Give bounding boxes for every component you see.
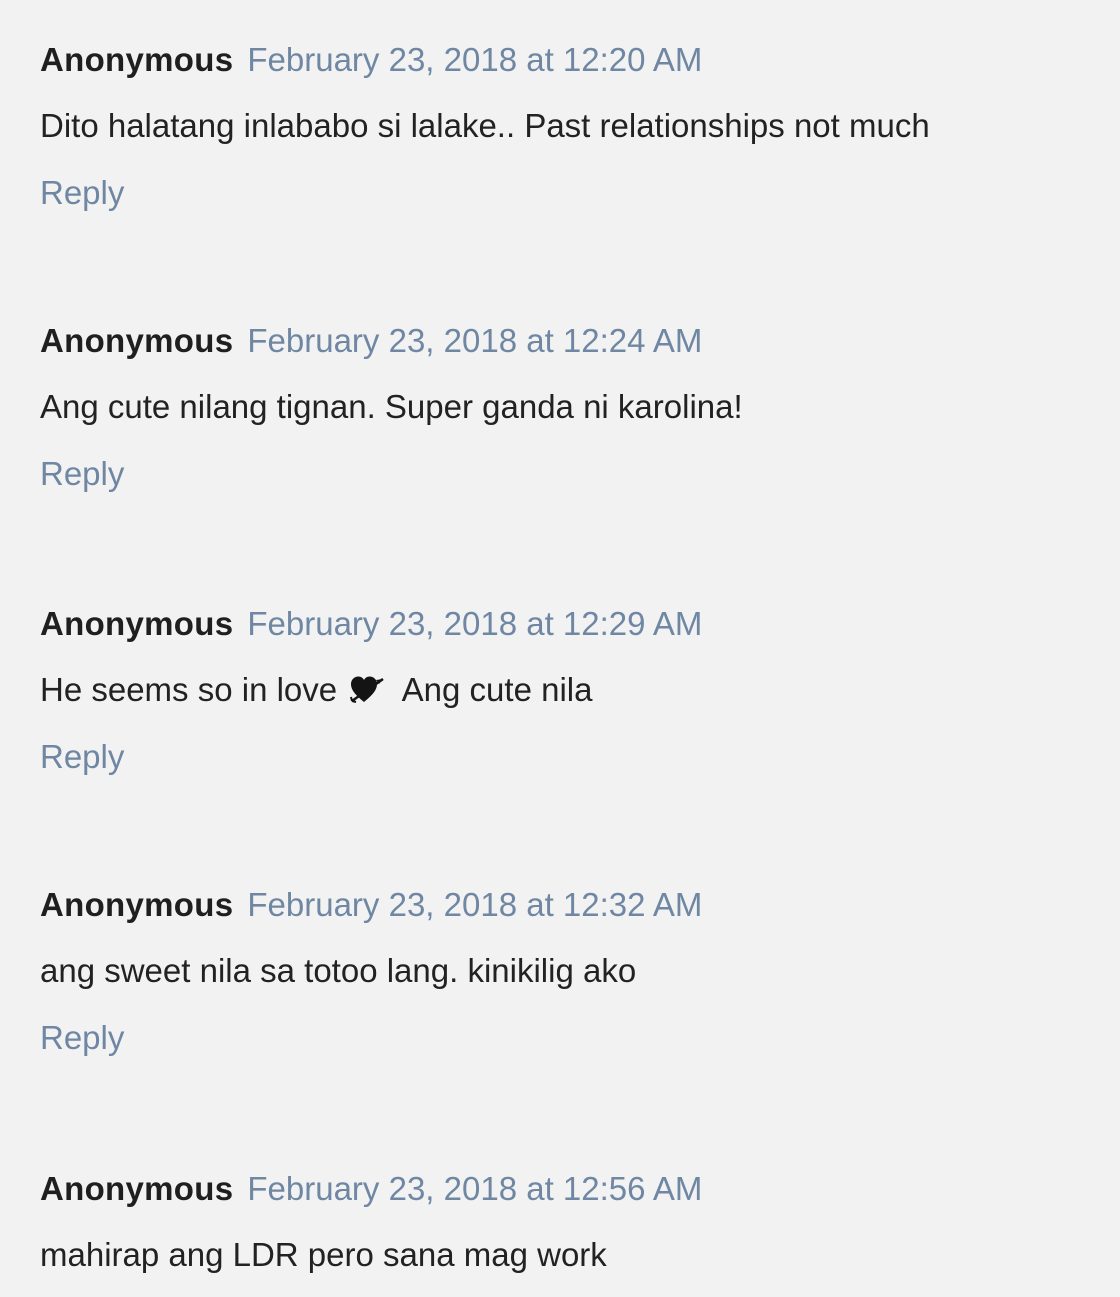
- comment-text-main: mahirap ang LDR pero sana mag work: [40, 1236, 607, 1273]
- comment-timestamp-link[interactable]: February 23, 2018 at 12:32 AM: [247, 886, 702, 923]
- comment-author: Anonymous: [40, 605, 234, 642]
- comment-timestamp-link[interactable]: February 23, 2018 at 12:24 AM: [247, 322, 702, 359]
- comment-text-main: Ang cute nilang tignan. Super ganda ni k…: [40, 388, 743, 425]
- comment-text-after-icon: Ang cute nila: [401, 671, 593, 708]
- reply-link[interactable]: Reply: [40, 1016, 124, 1060]
- comment-text: mahirap ang LDR pero sana mag work: [40, 1233, 607, 1277]
- comment-header: Anonymous February 23, 2018 at 12:29 AM: [40, 602, 702, 646]
- heart-with-arrow-icon: [350, 676, 385, 703]
- comment-text-main: Dito halatang inlababo si lalake.. Past …: [40, 107, 930, 144]
- comment-author: Anonymous: [40, 886, 234, 923]
- comment-text-main: He seems so in love: [40, 671, 338, 708]
- comment-timestamp-link[interactable]: February 23, 2018 at 12:56 AM: [247, 1170, 702, 1207]
- comment-text: Ang cute nilang tignan. Super ganda ni k…: [40, 385, 743, 429]
- reply-link[interactable]: Reply: [40, 735, 124, 779]
- comment-text: He seems so in love Ang cute nila: [40, 668, 592, 712]
- comment-author: Anonymous: [40, 322, 234, 359]
- reply-link[interactable]: Reply: [40, 171, 124, 215]
- comment-header: Anonymous February 23, 2018 at 12:56 AM: [40, 1167, 702, 1211]
- comment-timestamp-link[interactable]: February 23, 2018 at 12:29 AM: [247, 605, 702, 642]
- comment-header: Anonymous February 23, 2018 at 12:32 AM: [40, 883, 702, 927]
- reply-link[interactable]: Reply: [40, 452, 124, 496]
- comment-timestamp-link[interactable]: February 23, 2018 at 12:20 AM: [247, 41, 702, 78]
- comment-header: Anonymous February 23, 2018 at 12:24 AM: [40, 319, 702, 363]
- comment-author: Anonymous: [40, 41, 234, 78]
- comment-text: Dito halatang inlababo si lalake.. Past …: [40, 104, 930, 148]
- comment-text-main: ang sweet nila sa totoo lang. kinikilig …: [40, 952, 637, 989]
- comment-author: Anonymous: [40, 1170, 234, 1207]
- comment-text: ang sweet nila sa totoo lang. kinikilig …: [40, 949, 636, 993]
- comment-header: Anonymous February 23, 2018 at 12:20 AM: [40, 38, 702, 82]
